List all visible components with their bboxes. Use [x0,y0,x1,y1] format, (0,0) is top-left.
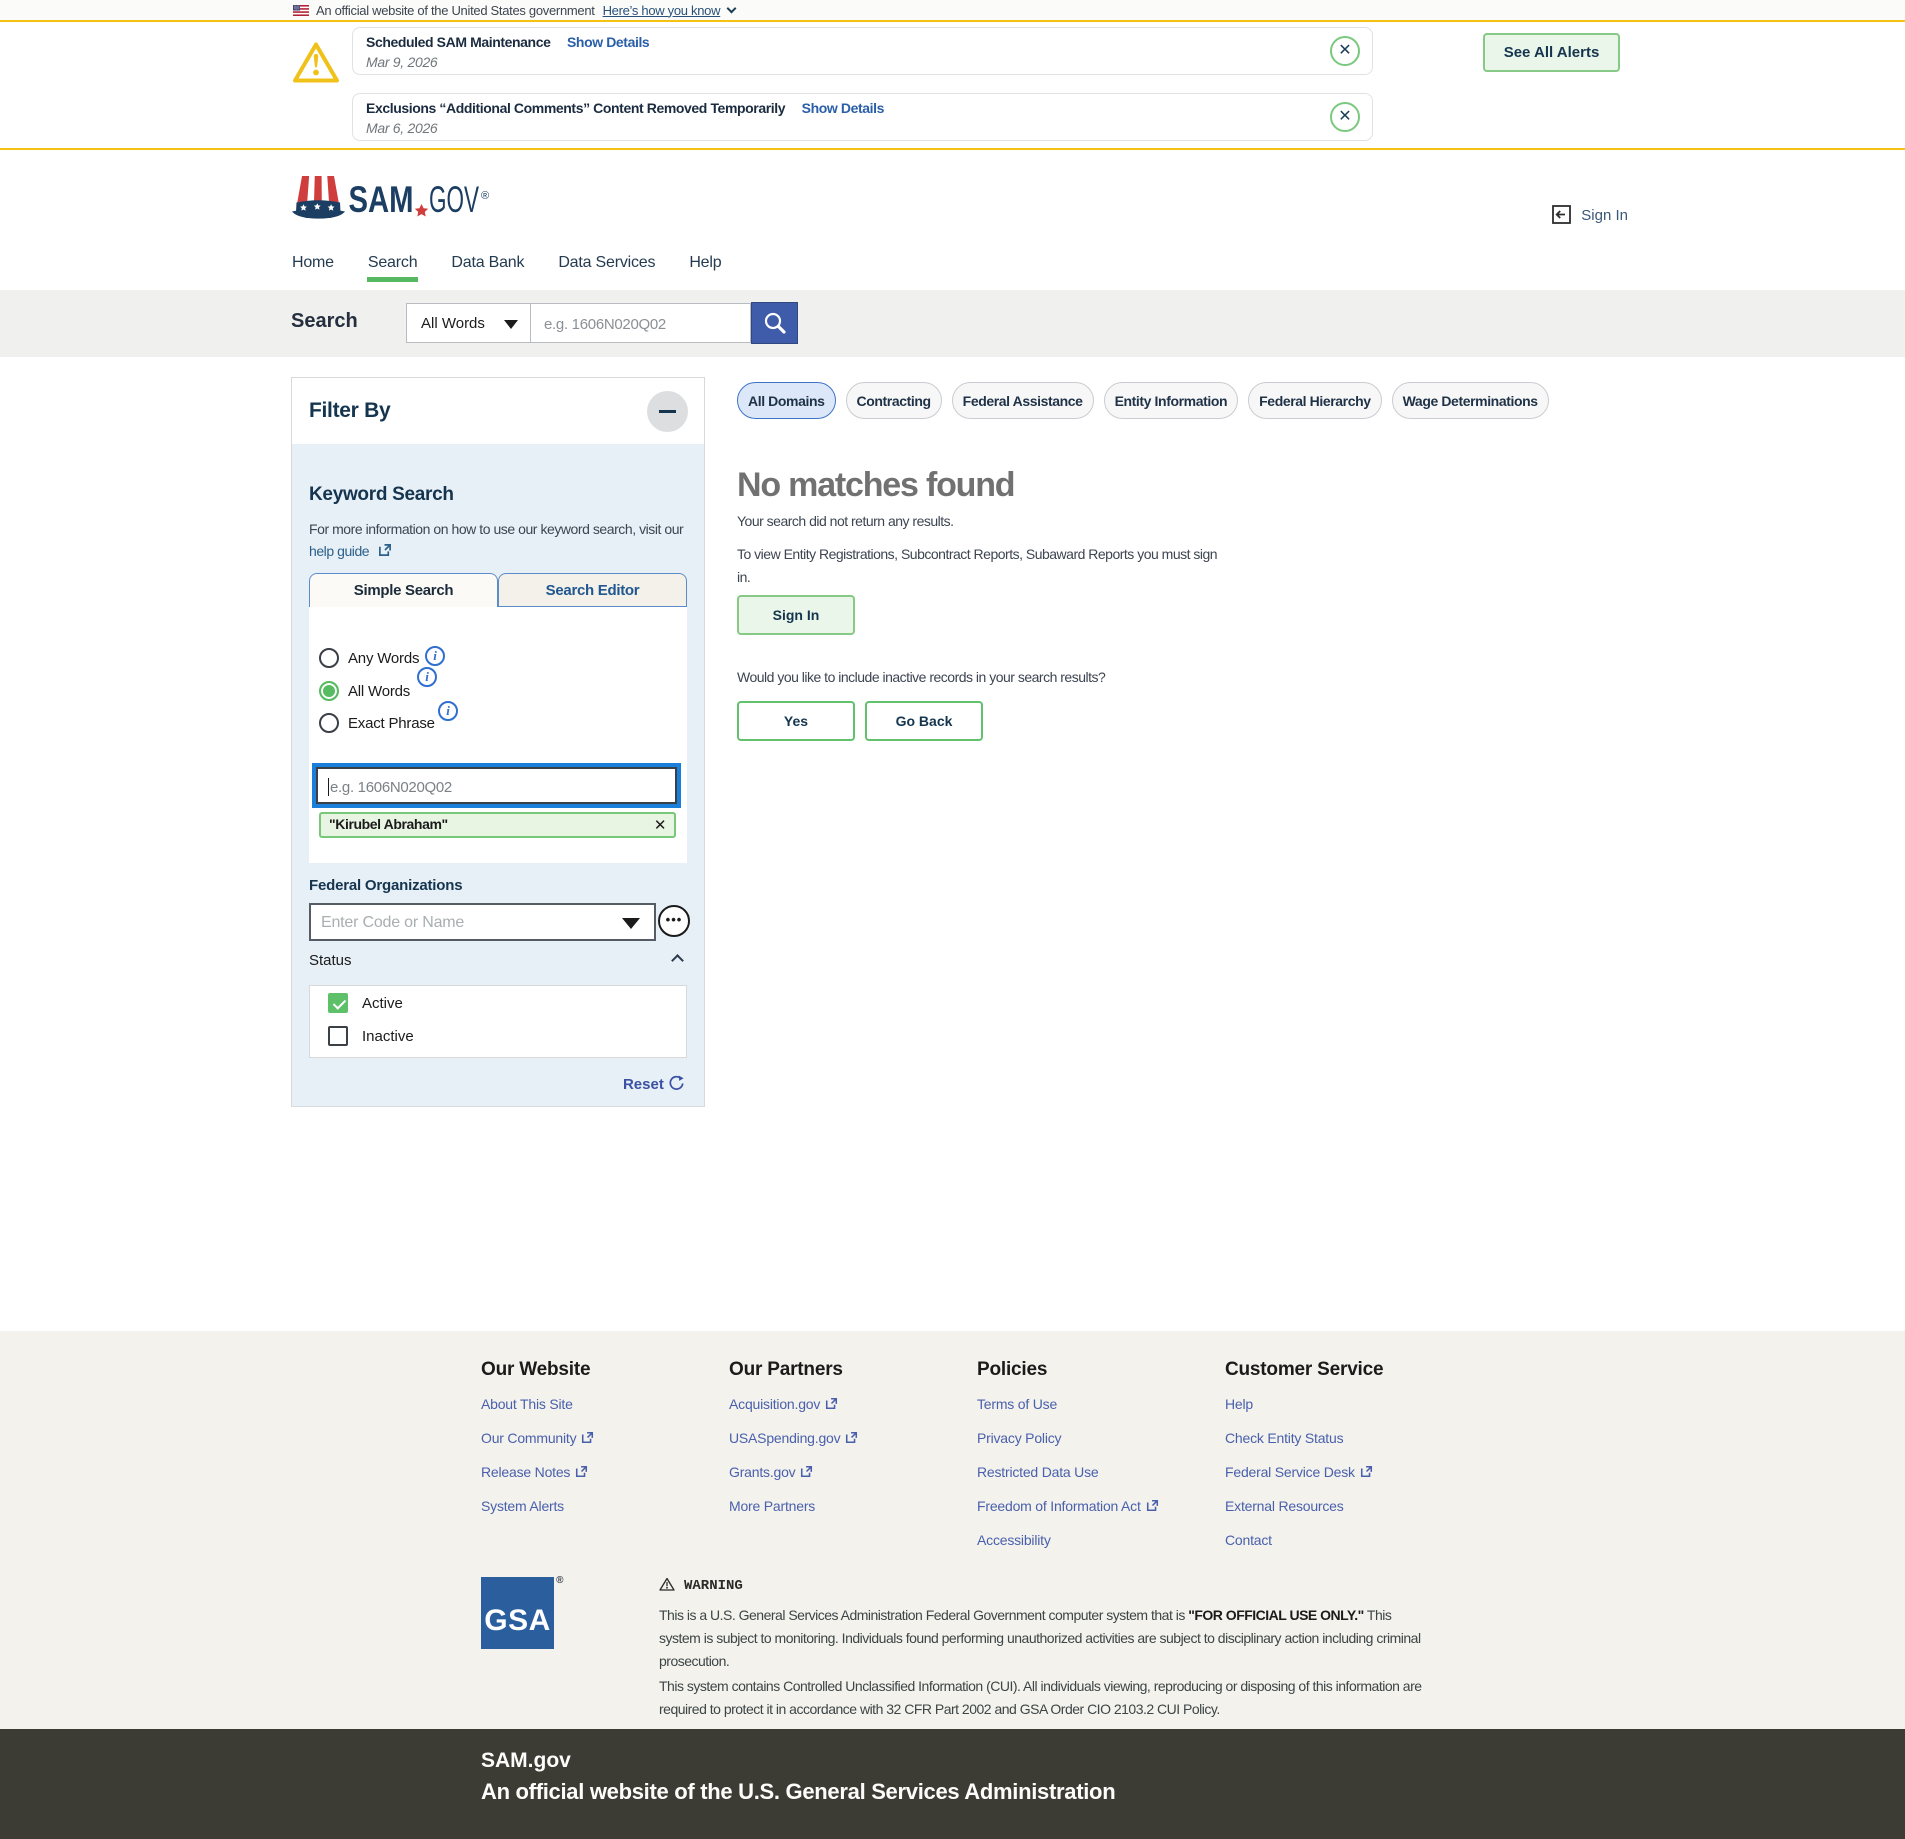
svg-text:®: ® [481,190,489,202]
svg-text:GOV: GOV [429,179,479,220]
svg-text:SAM: SAM [349,179,414,220]
